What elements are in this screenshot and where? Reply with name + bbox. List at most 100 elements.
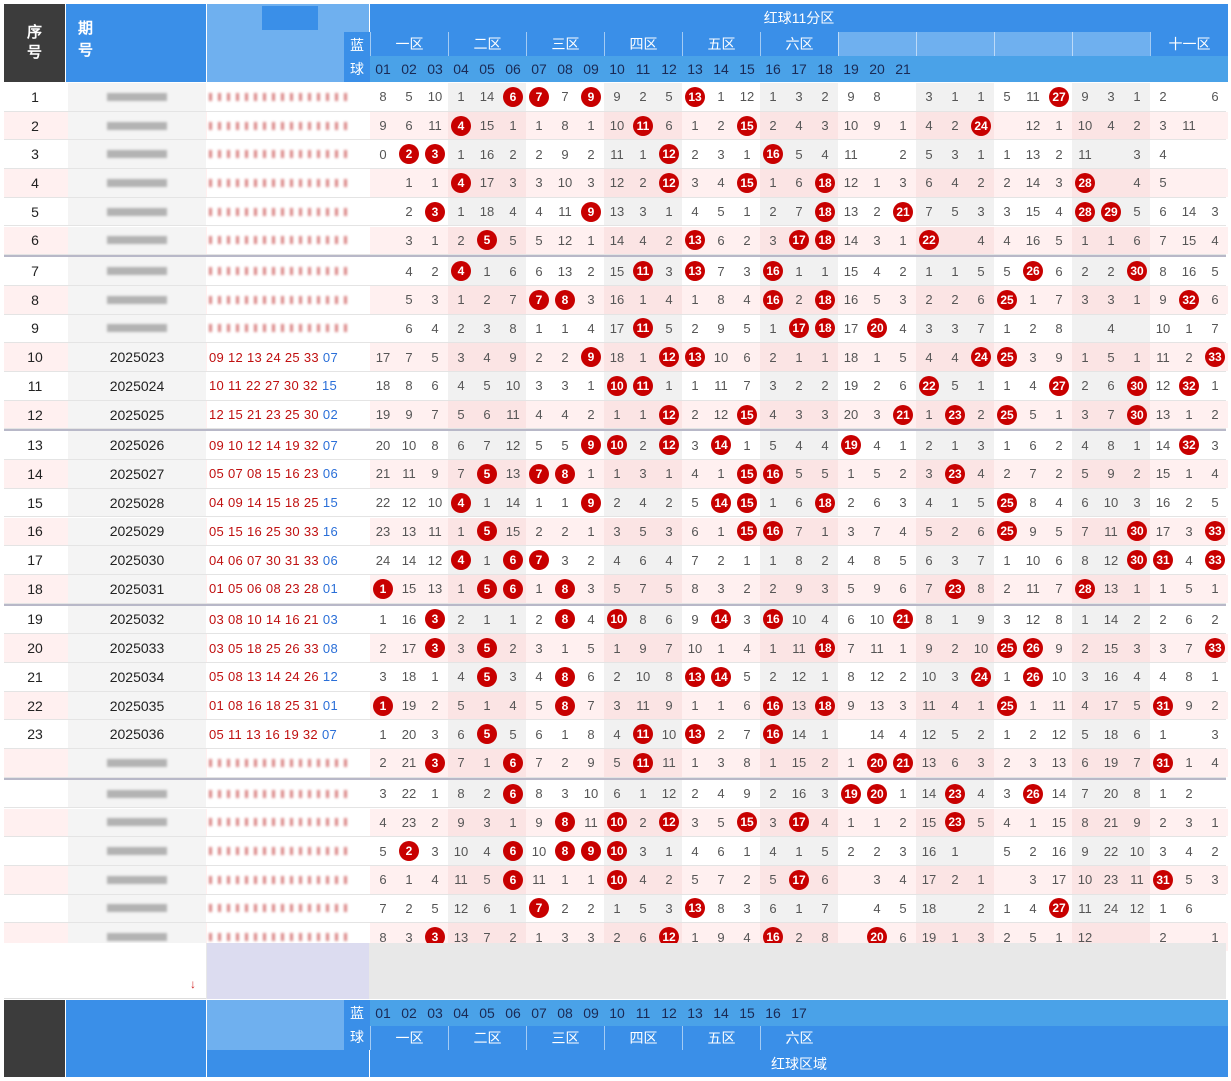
omission-count: 2 xyxy=(691,146,699,162)
cell: 1 xyxy=(734,837,760,865)
omission-count: 17 xyxy=(843,320,859,336)
cell: 6 xyxy=(968,517,994,546)
omission-count: 3 xyxy=(1211,726,1219,742)
cell: 4 xyxy=(864,894,890,923)
cell: 1 xyxy=(734,431,760,460)
footer-number-05: 05 xyxy=(479,1005,495,1021)
table-row[interactable]: 17 2025030 04 06 07 30 31 33 06 24 14 12 4 1 6 7 3 2… xyxy=(4,546,1228,575)
omission-count: 16 xyxy=(479,146,495,162)
table-row[interactable]: 3 0 2 3 1 16 2 2 9 2 11 1 12 2 3 1 16 5 4 11 2 5 3 1 1 13 2 11 3 4 xyxy=(4,140,1228,170)
number-header-07: 07 xyxy=(531,61,547,77)
table-row[interactable]: 23 2025036 05 11 13 16 19 32 07 1 20 3 6 5 5 6 1 8 4 1… xyxy=(4,720,1228,750)
cell: 3 xyxy=(552,372,578,400)
table-row[interactable]: 7 2 5 12 6 1 7 2 2 1 5 3 13 8 3 6 1 7 4 5 18 2 1 4 27 11 24 12 1 6 xyxy=(4,894,1228,924)
omission-count: 1 xyxy=(1159,900,1167,916)
cell: 9 xyxy=(630,634,656,662)
red-ball-marker: 5 xyxy=(477,638,497,659)
omission-count: 1 xyxy=(873,814,881,830)
table-row[interactable]: 15 2025028 04 09 14 15 18 25 15 22 12 10 4 1 14 1 1… xyxy=(4,488,1228,518)
red-ball-marker: 8 xyxy=(555,609,575,630)
table-row[interactable]: 3 22 1 8 2 6 8 3 10 6 1 12 2 4 9 2 16 3 19 20 1 14 23 4 3 26 14 7 20… xyxy=(4,779,1228,809)
row-draw-numbers xyxy=(207,197,371,226)
table-row[interactable]: 1 8 5 10 1 14 6 7 7 9 9 2 5 13 1 12 1 3 2 9 8 3 1 1 5 11 27 9 3 1 2 6 xyxy=(4,83,1228,112)
table-row[interactable]: 21 2025034 05 08 13 14 24 26 12 3 18 1 4 5 3 4 8 6 2 1… xyxy=(4,663,1228,692)
table-row[interactable]: 7 4 2 4 1 6 6 13 2 15 11 3 13 7 3 16 1 1 15 4 2 1 1 5 5 26 6 2 2 30 8 1… xyxy=(4,257,1228,286)
cell: 7 xyxy=(500,285,526,314)
table-row[interactable]: 11 2025024 10 11 22 27 30 32 15 18 8 6 4 5 10 3 3 1 1… xyxy=(4,372,1228,401)
omission-count: 12 xyxy=(661,786,677,802)
row-blue-number: 01 xyxy=(322,581,338,597)
table-row[interactable]: 13 2025026 09 10 12 14 19 32 07 20 10 8 6 7 12 5 5 9… xyxy=(4,431,1228,461)
cell: 6 xyxy=(1124,720,1150,749)
omission-count: 4 xyxy=(1159,146,1167,162)
empty-input-area[interactable] xyxy=(4,943,206,999)
cell: 3 xyxy=(994,197,1020,226)
cell: 3 xyxy=(760,372,786,400)
table-row[interactable]: 9 6 4 2 3 8 1 1 4 17 11 5 2 9 5 1 17 18 17 20 4 3 3 7 1 2 8 4 10 1 7 xyxy=(4,314,1228,344)
omission-count: 7 xyxy=(1133,755,1141,771)
cell: 3 xyxy=(838,517,864,546)
cell: 1 xyxy=(734,546,760,574)
omission-count: 6 xyxy=(587,669,595,685)
omission-count: 12 xyxy=(1103,552,1119,568)
omission-count: 1 xyxy=(457,89,465,105)
cell xyxy=(994,865,1020,894)
table-row[interactable]: 16 2025029 05 15 16 25 30 33 16 23 13 11 1 5 15 2 2… xyxy=(4,517,1228,547)
footer-issue xyxy=(66,1000,206,1077)
cell: 3 xyxy=(760,808,786,837)
cell: 5 xyxy=(1046,517,1072,546)
table-row[interactable]: 20 2025033 03 05 18 25 26 33 08 2 17 3 3 5 2 3 1 5 1 9… xyxy=(4,634,1228,663)
red-ball-marker: 11 xyxy=(633,261,653,282)
table-row[interactable]: 2 9 6 11 4 15 1 1 8 1 10 11 6 1 2 15 2 4 3 10 9 1 4 2 24 12 1 10 4 2 3… xyxy=(4,111,1228,141)
omission-count: 8 xyxy=(639,611,647,627)
red-ball-marker: 6 xyxy=(503,752,523,773)
cell: 1 xyxy=(578,372,604,400)
cell: 3 xyxy=(682,808,708,837)
table-row[interactable]: 12 2025025 12 15 21 23 25 30 02 19 9 7 5 6 11 4 4 2 1… xyxy=(4,400,1228,430)
cell: 1 xyxy=(578,226,604,255)
omission-count: 3 xyxy=(639,204,647,220)
cell: 3 xyxy=(994,605,1020,634)
omission-count: 2 xyxy=(483,786,491,802)
table-row[interactable]: 4 23 2 9 3 1 9 8 11 10 2 12 3 5 15 3 17 4 1 1 2 15 23 5 4 1 15 8 21 9… xyxy=(4,808,1228,838)
red-ball-marker: 24 xyxy=(971,347,991,368)
omission-count: 1 xyxy=(691,378,699,394)
seq-header: 序号 xyxy=(4,4,65,82)
omission-count: 9 xyxy=(1107,466,1115,482)
omission-count: 6 xyxy=(405,118,413,134)
cell: 12 xyxy=(1020,605,1046,634)
cell: 1 xyxy=(708,83,734,111)
table-row[interactable]: 6 1 4 11 5 6 11 1 1 10 4 2 5 7 2 5 17 6 3 4 17 2 1 3 17 10 23 11 31 5… xyxy=(4,865,1228,895)
cell: 5 xyxy=(708,197,734,226)
omission-count: 4 xyxy=(743,640,751,656)
cell: 12 xyxy=(656,343,682,371)
table-row[interactable]: 14 2025027 05 07 08 15 16 23 06 21 11 9 7 5 13 7 8 1… xyxy=(4,460,1228,489)
table-row[interactable]: 2 21 3 7 1 6 7 2 9 5 11 11 1 3 8 1 15 2 1 20 21 13 6 3 2 3 13 6 19 7 3… xyxy=(4,749,1228,778)
cell: 12 xyxy=(396,488,422,517)
table-row[interactable]: 4 1 1 4 17 3 3 10 3 12 2 12 3 4 15 1 6 18 12 1 3 6 4 2 2 14 3 28 4 5 xyxy=(4,169,1228,198)
row-draw-numbers: 05 08 13 14 24 26 12 xyxy=(207,663,371,691)
arrow-down-icon[interactable]: ↓ xyxy=(190,977,196,991)
cell: 6 xyxy=(682,517,708,546)
table-row[interactable]: 19 2025032 03 08 10 14 16 21 03 1 16 3 2 1 1 2 8 4 10… xyxy=(4,605,1228,635)
table-row[interactable]: 10 2025023 09 12 13 24 25 33 07 17 7 5 3 4 9 2 2 9 18… xyxy=(4,343,1228,372)
table-row[interactable]: 22 2025035 01 08 16 18 25 31 01 1 19 2 5 1 4 5 8 7 3 1… xyxy=(4,691,1228,721)
cell: 24 xyxy=(1098,894,1124,923)
omission-count: 7 xyxy=(743,378,751,394)
omission-count: 9 xyxy=(587,755,595,771)
table-row[interactable]: 18 2025031 01 05 06 08 23 28 01 1 15 13 1 5 6 1 8 3 5… xyxy=(4,574,1228,604)
omission-count: 9 xyxy=(1159,292,1167,308)
table-row[interactable]: 5 2 3 1 18 4 4 11 9 13 3 1 4 5 1 2 7 18 13 2 21 7 5 3 3 15 4 28 29 5 6… xyxy=(4,197,1228,227)
omission-count: 4 xyxy=(431,872,439,888)
table-row[interactable]: 8 5 3 1 2 7 7 8 3 16 1 4 1 8 4 16 2 18 16 5 3 2 2 6 25 1 7 3 3 1 9 32 6 xyxy=(4,285,1228,315)
red-ball-marker: 31 xyxy=(1153,550,1173,571)
cell: 2 xyxy=(474,285,500,314)
row-issue xyxy=(68,257,206,285)
table-row[interactable]: 6 3 1 2 5 5 5 12 1 14 4 2 13 6 2 3 17 18 14 3 1 22 4 4 16 5 1 1 6 7 15… xyxy=(4,226,1228,256)
table-row[interactable]: 5 2 3 10 4 6 10 8 9 10 3 1 4 6 1 4 1 5 2 2 3 16 1 5 2 16 9 22 10 3 4 2 xyxy=(4,837,1228,866)
row-draw-numbers xyxy=(207,169,371,197)
cell: 2 xyxy=(1046,431,1072,460)
cell: 1 xyxy=(838,749,864,777)
cell: 4 xyxy=(448,169,474,197)
cell: 5 xyxy=(474,663,500,691)
